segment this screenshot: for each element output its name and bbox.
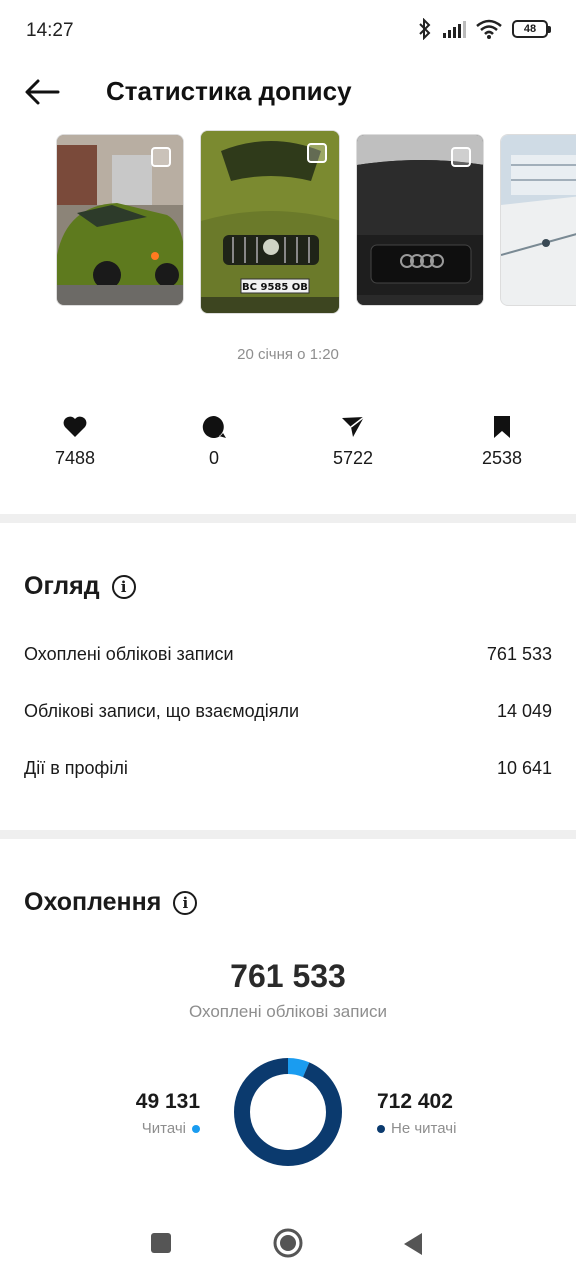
reach-total: 761 533 <box>230 958 346 994</box>
overview-row[interactable]: Облікові записи, що взаємодіяли 14 049 <box>24 701 552 722</box>
reach-title: Охоплення <box>24 888 162 916</box>
followers-legend: 49 131 Читачі <box>80 1090 200 1137</box>
info-icon[interactable]: i <box>111 574 136 599</box>
overview-section-title: Огляд i <box>24 572 136 601</box>
post-date: 20 січня о 1:20 <box>237 346 339 363</box>
comments-metric: 0 <box>164 410 264 469</box>
non-followers-dot <box>377 1124 385 1133</box>
ship-image <box>501 135 576 305</box>
info-icon[interactable]: i <box>173 890 198 915</box>
system-nav-bar <box>0 1210 576 1280</box>
comments-count: 0 <box>208 448 219 468</box>
square-icon <box>151 1233 171 1253</box>
bluetooth-icon <box>419 18 431 40</box>
heart-icon <box>63 416 87 437</box>
overview-title: Огляд <box>24 572 100 600</box>
back-nav-button[interactable] <box>402 1232 424 1261</box>
arrow-left-icon <box>25 79 60 105</box>
back-button[interactable] <box>22 76 62 108</box>
status-icons: 48 <box>418 18 551 40</box>
non-followers-label: Не читачі <box>391 1120 457 1137</box>
page-title: Статистика допису <box>106 76 352 106</box>
non-followers-legend: 712 402 Не читачі <box>377 1090 517 1137</box>
row-value: 14 049 <box>496 701 552 721</box>
likes-count: 7488 <box>54 448 96 468</box>
section-divider <box>0 514 576 523</box>
row-label: Облікові записи, що взаємодіяли <box>24 701 300 721</box>
section-divider <box>0 830 576 839</box>
followers-dot <box>192 1124 200 1133</box>
engagement-metrics: 7488 0 5722 2538 <box>0 410 576 480</box>
license-plate-text: BC 9585 OB <box>242 282 308 293</box>
row-label: Охоплені облікові записи <box>24 644 234 664</box>
donut-slice-non-followers <box>234 1058 342 1166</box>
comment-icon <box>202 415 226 438</box>
overview-row[interactable]: Дії в профілі 10 641 <box>24 758 552 779</box>
row-value: 761 533 <box>486 644 552 664</box>
shares-metric: 5722 <box>303 410 403 469</box>
wifi-icon <box>476 19 502 39</box>
overview-row[interactable]: Охоплені облікові записи 761 533 <box>24 644 552 665</box>
home-button[interactable] <box>272 1227 304 1264</box>
triangle-back-icon <box>404 1233 422 1255</box>
reach-donut-chart <box>234 1058 342 1166</box>
select-checkbox[interactable] <box>451 147 471 167</box>
post-carousel[interactable]: BC 9585 OB <box>0 130 576 320</box>
reach-total-label: Охоплені облікові записи <box>189 1002 387 1021</box>
thumbnail-bmw[interactable] <box>56 134 184 306</box>
thumbnail-ship[interactable] <box>500 134 576 306</box>
shares-count: 5722 <box>332 448 374 468</box>
followers-label: Читачі <box>141 1120 186 1137</box>
row-value: 10 641 <box>496 758 552 778</box>
status-time: 14:27 <box>26 20 74 41</box>
send-icon <box>342 416 365 437</box>
likes-metric: 7488 <box>25 410 125 469</box>
non-followers-value: 712 402 <box>377 1090 453 1113</box>
thumbnail-audi[interactable] <box>356 134 484 306</box>
select-checkbox[interactable] <box>307 143 327 163</box>
home-circle-icon <box>273 1228 303 1258</box>
reach-section-title: Охоплення i <box>24 888 198 917</box>
select-checkbox[interactable] <box>151 147 171 167</box>
status-bar: 14:27 48 <box>0 0 576 62</box>
saves-count: 2538 <box>481 448 523 468</box>
bookmark-icon <box>494 416 510 438</box>
signal-icon <box>443 21 466 38</box>
thumbnail-skoda[interactable]: BC 9585 OB <box>200 130 340 314</box>
row-label: Дії в профілі <box>24 758 128 778</box>
header: Статистика допису <box>0 62 576 122</box>
recents-button[interactable] <box>150 1232 172 1259</box>
battery-indicator: 48 <box>512 20 551 38</box>
saves-metric: 2538 <box>452 410 552 469</box>
followers-value: 49 131 <box>135 1090 200 1113</box>
